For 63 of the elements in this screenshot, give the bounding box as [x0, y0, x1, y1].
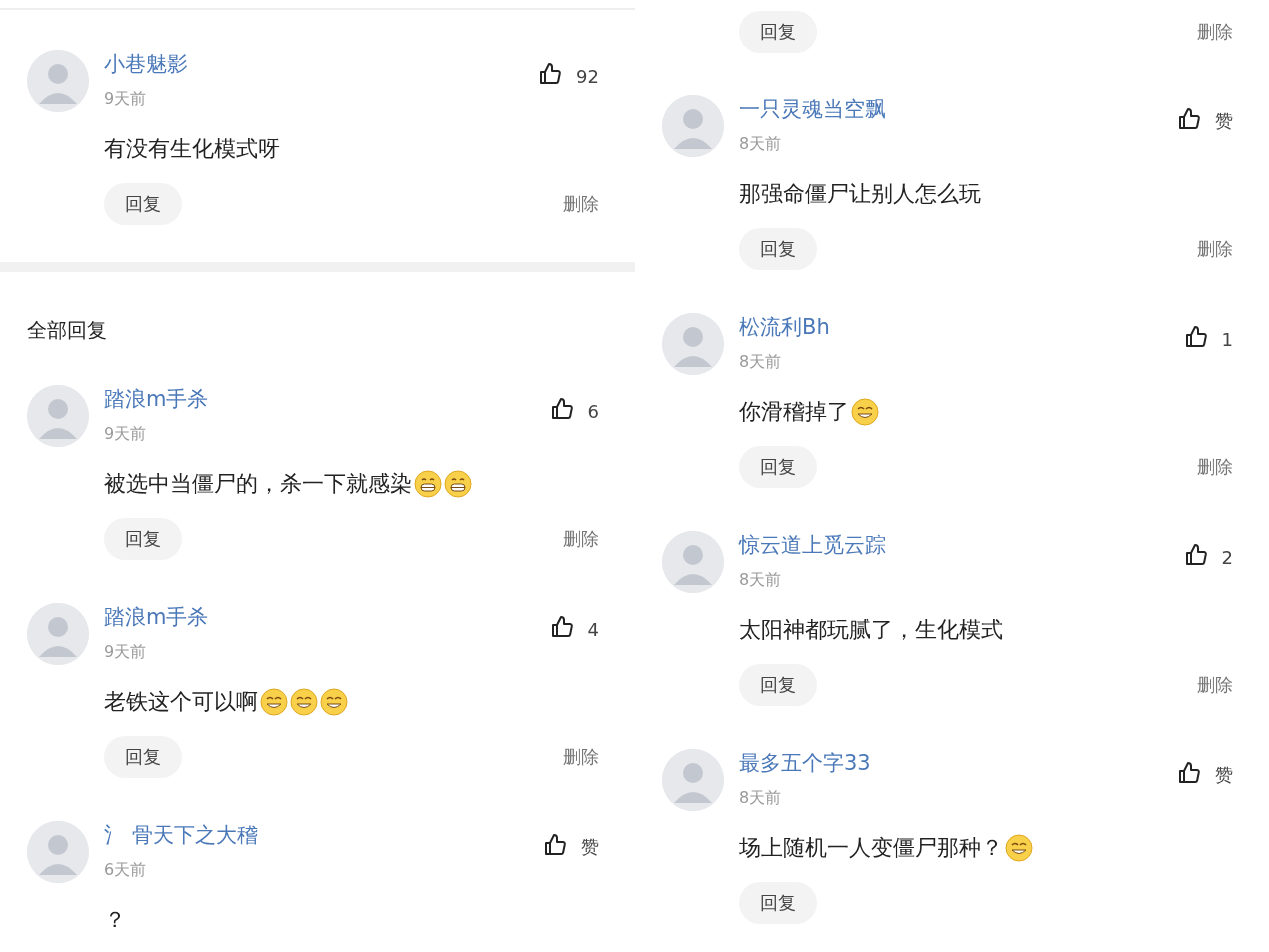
- smile-emoji-icon: [1005, 834, 1033, 862]
- grin-emoji-icon: [414, 470, 442, 498]
- smile-emoji-icon: [290, 688, 318, 716]
- comment-text: ？: [104, 906, 126, 934]
- comment-text: 场上随机一人变僵尸那种？: [739, 834, 1003, 862]
- thumbs-up-icon: [538, 62, 563, 86]
- comment-time: 9天前: [104, 641, 148, 663]
- comment-time: 8天前: [739, 569, 783, 591]
- user-name[interactable]: 氵 骨天下之大稽: [104, 821, 258, 849]
- user-name[interactable]: 小巷魅影: [104, 50, 188, 78]
- comment-time: 8天前: [739, 351, 783, 373]
- thumbs-up-icon: [1183, 543, 1208, 567]
- smile-emoji-icon: [320, 688, 348, 716]
- reply-button[interactable]: 回复: [104, 183, 182, 225]
- smile-emoji-icon: [851, 398, 879, 426]
- comment-time: 8天前: [739, 133, 783, 155]
- reply-button[interactable]: 回复: [104, 736, 182, 778]
- like-count[interactable]: 4: [587, 618, 599, 640]
- like-count[interactable]: 赞: [1215, 109, 1233, 133]
- reply-button[interactable]: 回复: [739, 664, 817, 706]
- delete-link[interactable]: 删除: [563, 527, 599, 551]
- comment-text: 被选中当僵尸的，杀一下就感染: [104, 470, 412, 498]
- user-name[interactable]: 踏浪m手杀: [104, 603, 209, 631]
- delete-link[interactable]: 删除: [563, 745, 599, 769]
- reply-button[interactable]: 回复: [104, 518, 182, 560]
- smile-emoji-icon: [260, 688, 288, 716]
- comment-time: 6天前: [104, 859, 148, 881]
- section-title: 全部回复: [27, 318, 107, 342]
- thumbs-up-icon: [549, 615, 574, 639]
- reply-button[interactable]: 回复: [739, 446, 817, 488]
- thumbs-up-icon: [1183, 325, 1208, 349]
- delete-link[interactable]: 删除: [1197, 455, 1233, 479]
- comment-text: 那强命僵尸让别人怎么玩: [739, 180, 981, 208]
- thumbs-up-icon: [1177, 761, 1201, 785]
- comment-text: 老铁这个可以啊: [104, 688, 258, 716]
- grin-emoji-icon: [444, 470, 472, 498]
- comment-text: 太阳神都玩腻了，生化模式: [739, 616, 1003, 644]
- user-name[interactable]: 惊云道上觅云踪: [739, 531, 886, 559]
- user-name[interactable]: 松流利Bh: [739, 313, 830, 341]
- comment-time: 9天前: [104, 423, 148, 445]
- delete-link[interactable]: 删除: [1197, 20, 1233, 44]
- reply-button[interactable]: 回复: [739, 11, 817, 53]
- user-name[interactable]: 踏浪m手杀: [104, 385, 209, 413]
- thumbs-up-icon: [543, 833, 567, 857]
- thumbs-up-icon: [1177, 107, 1201, 131]
- like-count[interactable]: 1: [1221, 328, 1233, 350]
- delete-link[interactable]: 删除: [563, 192, 599, 216]
- delete-link[interactable]: 删除: [1197, 237, 1233, 261]
- comment-time: 8天前: [739, 787, 783, 809]
- reply-button[interactable]: 回复: [739, 228, 817, 270]
- reply-button[interactable]: 回复: [739, 882, 817, 924]
- comment-text: 有没有生化模式呀: [104, 135, 280, 163]
- thumbs-up-icon: [549, 397, 574, 421]
- user-name[interactable]: 最多五个字33: [739, 749, 871, 777]
- delete-link[interactable]: 删除: [1197, 673, 1233, 697]
- like-count[interactable]: 赞: [581, 835, 599, 859]
- comment-text: 你滑稽掉了: [739, 398, 849, 426]
- comment-time: 9天前: [104, 88, 148, 110]
- user-name[interactable]: 一只灵魂当空飘: [739, 95, 886, 123]
- like-count[interactable]: 92: [576, 65, 599, 87]
- like-count[interactable]: 6: [587, 400, 599, 422]
- like-count[interactable]: 赞: [1215, 763, 1233, 787]
- like-count[interactable]: 2: [1221, 546, 1233, 568]
